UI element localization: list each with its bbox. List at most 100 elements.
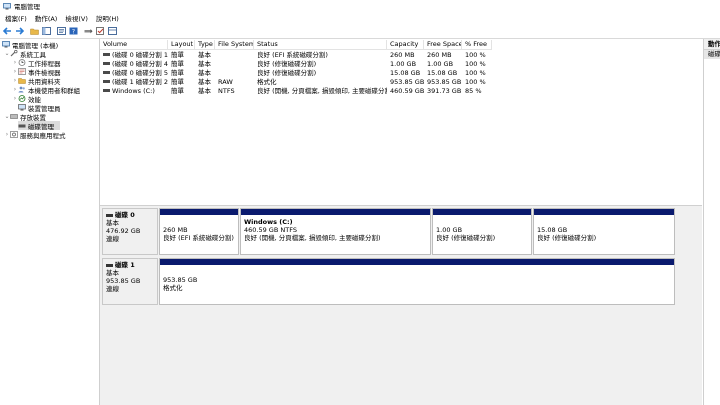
- volume-icon: [103, 70, 110, 74]
- back-arrow-icon[interactable]: [3, 27, 12, 36]
- column-header-file-system[interactable]: File System: [215, 40, 254, 50]
- cell-file-system: RAW: [218, 78, 233, 86]
- disk-0-label[interactable]: 磁碟 0 基本 476.92 GB 連線: [102, 208, 158, 255]
- cell-file-system: [215, 51, 254, 60]
- event-viewer-icon: [18, 68, 26, 75]
- cell-free-space: 391.73 GB: [427, 87, 462, 95]
- services-icon: [10, 131, 18, 138]
- forward-arrow-icon[interactable]: [15, 27, 24, 36]
- tree-item-local-users[interactable]: › 本機使用者和群組: [12, 85, 80, 95]
- tree-item-services-apps[interactable]: › 服務與應用程式: [4, 130, 66, 140]
- cell-free-space: 15.08 GB: [427, 69, 458, 77]
- console-tree-icon[interactable]: [42, 27, 51, 36]
- cell-type: 基本: [198, 69, 211, 77]
- cell-status: 良好 (開機, 分頁檔案, 損毀傾印, 主要磁碟分割): [257, 87, 387, 95]
- cell-percent-free: 100 %: [465, 60, 486, 68]
- cell-type: 基本: [198, 60, 211, 68]
- partition-size: 460.59 GB NTFS: [244, 226, 297, 234]
- disk-status: 連線: [106, 235, 119, 243]
- cell-capacity: 260 MB: [390, 51, 415, 59]
- cell-type: 基本: [198, 87, 211, 95]
- column-header-percent-free[interactable]: % Free: [462, 40, 492, 50]
- column-header-capacity[interactable]: Capacity: [387, 40, 424, 50]
- partition-size: 1.00 GB: [436, 226, 463, 234]
- menu-help[interactable]: 說明(H): [96, 13, 119, 23]
- partition-name: Windows (C:): [244, 218, 293, 226]
- computer-management-icon: [2, 41, 10, 48]
- cell-layout: 簡單: [171, 78, 184, 86]
- partition-recovery-2[interactable]: 15.08 GB 良好 (修復磁碟分割): [533, 208, 675, 255]
- users-icon: [18, 86, 25, 93]
- cell-status: 良好 (EFI 系統磁碟分割): [257, 51, 328, 59]
- table-row[interactable]: (磁碟 0 磁碟分割 4) 簡單 基本 良好 (修復磁碟分割) 1.00 GB …: [100, 60, 702, 69]
- cell-volume: (磁碟 0 磁碟分割 5): [100, 69, 168, 78]
- menu-view[interactable]: 檢視(V): [65, 13, 88, 23]
- partition-name: [537, 218, 671, 226]
- table-row[interactable]: (磁碟 0 磁碟分割 5) 簡單 基本 良好 (修復磁碟分割) 15.08 GB…: [100, 69, 702, 78]
- partition-windows-c[interactable]: Windows (C:) 460.59 GB NTFS 良好 (開機, 分頁檔案…: [240, 208, 431, 255]
- table-row[interactable]: Windows (C:) 簡單 基本 NTFS 良好 (開機, 分頁檔案, 損毀…: [100, 87, 702, 96]
- cell-capacity: 15.08 GB: [390, 69, 421, 77]
- column-header-volume[interactable]: Volume: [100, 40, 168, 50]
- cell-status: 良好 (修復磁碟分割): [257, 69, 317, 77]
- cell-free-space: 953.85 GB: [427, 78, 462, 86]
- storage-icon: [10, 114, 18, 119]
- console-tree: 電腦管理 (本機) ⌄ 系統工具 › 工作排程器 › 事件檢視器 › 共用資料夾…: [0, 39, 100, 405]
- partition-size: 260 MB: [163, 226, 188, 234]
- volume-name: (磁碟 1 磁碟分割 2): [112, 78, 168, 86]
- cell-layout: 簡單: [171, 51, 184, 59]
- show-hide-pane-icon[interactable]: [84, 27, 93, 36]
- help-icon[interactable]: ?: [69, 27, 78, 36]
- cell-free-space: 1.00 GB: [427, 60, 454, 68]
- partition-raw[interactable]: 953.85 GB 格式化: [159, 258, 675, 305]
- disk-type: 基本: [106, 269, 119, 277]
- cell-type: 基本: [198, 51, 211, 59]
- partition-recovery-1[interactable]: 1.00 GB 良好 (修復磁碟分割): [432, 208, 532, 255]
- actions-header: 動作: [704, 39, 720, 50]
- device-manager-icon: [18, 104, 26, 111]
- disk-row: 磁碟 1 基本 953.85 GB 連線 953.85 GB 格式化: [102, 258, 700, 305]
- cell-capacity: 1.00 GB: [390, 60, 417, 68]
- partition-name: [436, 218, 528, 226]
- partition-name: [163, 268, 671, 276]
- partition-efi[interactable]: 260 MB 良好 (EFI 系統磁碟分割): [159, 208, 239, 255]
- up-folder-icon[interactable]: [30, 27, 39, 36]
- partition-status: 良好 (修復磁碟分割): [537, 234, 597, 242]
- table-row[interactable]: (磁碟 1 磁碟分割 2) 簡單 基本 RAW 格式化 953.85 GB 95…: [100, 78, 702, 87]
- clock-icon: [18, 59, 26, 66]
- menu-file[interactable]: 檔案(F): [5, 13, 27, 23]
- volume-icon: [103, 79, 110, 83]
- partition-status: 良好 (開機, 分頁檔案, 損毀傾印, 主要磁碟分割): [244, 234, 381, 242]
- column-header-layout[interactable]: Layout: [168, 40, 195, 50]
- volume-name: (磁碟 0 磁碟分割 5): [112, 69, 168, 77]
- volume-icon: [103, 61, 110, 65]
- properties-icon[interactable]: [57, 27, 66, 36]
- cell-status: 格式化: [257, 78, 277, 86]
- cell-layout: 簡單: [171, 87, 184, 95]
- computer-management-icon: [3, 2, 11, 9]
- disk-type: 基本: [106, 219, 119, 227]
- column-header-free-space[interactable]: Free Space: [424, 40, 462, 50]
- disk-1-label[interactable]: 磁碟 1 基本 953.85 GB 連線: [102, 258, 158, 305]
- column-header-type[interactable]: Type: [195, 40, 215, 50]
- menu-action[interactable]: 動作(A): [35, 13, 58, 23]
- volume-list: Volume Layout Type File System Status Ca…: [100, 39, 702, 205]
- disk-size: 953.85 GB: [106, 277, 141, 285]
- cell-volume: (磁碟 1 磁碟分割 2): [100, 78, 168, 87]
- column-header-status[interactable]: Status: [254, 40, 387, 50]
- cell-volume: Windows (C:): [100, 87, 168, 96]
- shared-folder-icon: [18, 78, 26, 84]
- table-row[interactable]: (磁碟 0 磁碟分割 1) 簡單 基本 良好 (EFI 系統磁碟分割) 260 …: [100, 51, 702, 60]
- cell-layout: 簡單: [171, 69, 184, 77]
- svg-text:?: ?: [72, 29, 75, 36]
- volume-name: (磁碟 0 磁碟分割 4): [112, 60, 168, 68]
- performance-icon: [18, 95, 26, 102]
- disk-graphical-view: 磁碟 0 基本 476.92 GB 連線 260 MB 良好 (EFI 系統磁碟…: [100, 208, 702, 405]
- cell-percent-free: 100 %: [465, 69, 486, 77]
- view-icon[interactable]: [108, 27, 117, 36]
- check-icon[interactable]: [96, 27, 105, 36]
- disk-status: 連線: [106, 285, 119, 293]
- partition-size: 15.08 GB: [537, 226, 568, 234]
- cell-capacity: 460.59 GB: [390, 87, 424, 95]
- actions-subheader-disk[interactable]: 磁碟: [704, 50, 720, 59]
